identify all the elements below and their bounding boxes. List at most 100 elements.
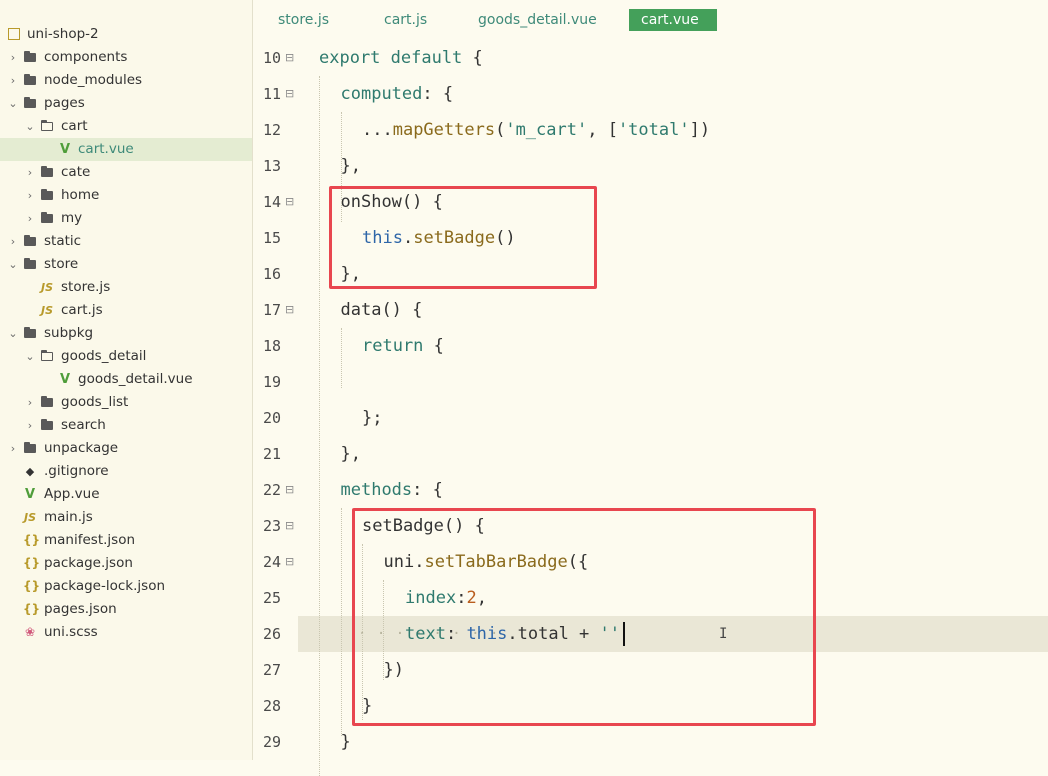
tree-item-label: goods_list <box>61 394 129 410</box>
chevron-down-icon[interactable]: ⌄ <box>8 92 18 115</box>
js-file-icon: JS <box>23 511 36 524</box>
tree-item-cart-js[interactable]: JS cart.js <box>0 299 252 322</box>
tree-item-label: node_modules <box>44 72 143 88</box>
chevron-right-icon[interactable]: › <box>25 184 35 207</box>
chevron-down-icon[interactable]: ⌄ <box>8 322 18 345</box>
tree-item-manifest-json[interactable]: {} manifest.json <box>0 529 252 552</box>
tree-item-project-root[interactable]: uni-shop-2 <box>0 23 252 46</box>
tree-item-cate[interactable]: › cate <box>0 161 252 184</box>
code-text: } <box>340 732 351 752</box>
chevron-down-icon[interactable]: ⌄ <box>25 345 35 368</box>
code-line[interactable]: 22 ⊟ methods: { <box>253 472 1048 508</box>
chevron-right-icon[interactable]: › <box>25 391 35 414</box>
tree-item-label: static <box>44 233 82 249</box>
tree-item-pages-json[interactable]: {} pages.json <box>0 598 252 621</box>
fold-toggle-icon[interactable]: ⊟ <box>285 508 294 544</box>
tree-item-search[interactable]: › search <box>0 414 252 437</box>
folder-icon <box>23 437 37 460</box>
tree-item-uni-scss[interactable]: ❀ uni.scss <box>0 621 252 644</box>
line-number: 16 <box>262 265 281 283</box>
tree-item-package-json[interactable]: {} package.json <box>0 552 252 575</box>
code-line[interactable]: 17 ⊟ data() { <box>253 292 1048 328</box>
tree-item-unpackage[interactable]: › unpackage <box>0 437 252 460</box>
scss-file-icon: ❀ <box>24 625 36 639</box>
code-line[interactable]: 20}; <box>253 400 1048 436</box>
folder-open-icon <box>40 345 54 368</box>
line-number: 22 <box>262 481 281 499</box>
chevron-right-icon[interactable]: › <box>8 46 18 69</box>
tab-store-js[interactable]: store.js <box>266 9 341 31</box>
tree-item-package-lock-json[interactable]: {} package-lock.json <box>0 575 252 598</box>
tree-item-gitignore[interactable]: ◆ .gitignore <box>0 460 252 483</box>
code-line[interactable]: 19 <box>253 364 1048 400</box>
code-line[interactable]: 13}, <box>253 148 1048 184</box>
chevron-right-icon[interactable]: › <box>25 207 35 230</box>
code-text: export default { <box>319 48 483 68</box>
code-text: computed: { <box>340 84 454 104</box>
tree-item-static[interactable]: › static <box>0 230 252 253</box>
folder-icon <box>23 46 37 69</box>
js-file-icon: JS <box>40 281 53 294</box>
tree-item-app-vue[interactable]: V App.vue <box>0 483 252 506</box>
chevron-right-icon[interactable]: › <box>25 414 35 437</box>
tree-item-label: cart.vue <box>78 141 134 157</box>
tree-item-goods-detail[interactable]: ⌄ goods_detail <box>0 345 252 368</box>
indent-guide <box>319 76 320 776</box>
chevron-right-icon[interactable]: › <box>8 230 18 253</box>
tab-goods-detail-vue[interactable]: goods_detail.vue <box>466 9 609 31</box>
code-editor[interactable]: 10 ⊟ export default {11 ⊟ computed: {12 ...ma… <box>253 36 1048 776</box>
folder-icon <box>23 322 37 345</box>
tree-item-goods-detail-vue[interactable]: V goods_detail.vue <box>0 368 252 391</box>
tree-item-main-js[interactable]: JS main.js <box>0 506 252 529</box>
code-line[interactable]: 21}, <box>253 436 1048 472</box>
tree-item-label: unpackage <box>44 440 119 456</box>
tab-cart-vue[interactable]: cart.vue <box>629 9 717 31</box>
editor-tab-bar: store.js cart.js goods_detail.vue cart.v… <box>253 0 1048 36</box>
fold-toggle-icon[interactable]: ⊟ <box>285 40 294 76</box>
tree-item-cart-vue[interactable]: V cart.vue <box>0 138 252 161</box>
tree-item-home[interactable]: › home <box>0 184 252 207</box>
tree-item-goods-list[interactable]: › goods_list <box>0 391 252 414</box>
project-explorer: uni-shop-2 › components › node_modules ⌄… <box>0 0 253 760</box>
code-line[interactable]: 29} <box>253 724 1048 760</box>
chevron-right-icon[interactable]: › <box>8 437 18 460</box>
tree-item-store-js[interactable]: JS store.js <box>0 276 252 299</box>
fold-toggle-icon[interactable]: ⊟ <box>285 184 294 220</box>
code-line[interactable]: 10 ⊟ export default { <box>253 40 1048 76</box>
line-number: 28 <box>262 697 281 715</box>
tree-item-label: cate <box>61 164 91 180</box>
code-line[interactable]: 18 return { <box>253 328 1048 364</box>
tree-item-components[interactable]: › components <box>0 46 252 69</box>
tree-item-node-modules[interactable]: › node_modules <box>0 69 252 92</box>
tree-item-my[interactable]: › my <box>0 207 252 230</box>
chevron-right-icon[interactable]: › <box>25 161 35 184</box>
tree-item-label: cart.js <box>61 302 103 318</box>
chevron-down-icon[interactable]: ⌄ <box>25 115 35 138</box>
tab-cart-js[interactable]: cart.js <box>372 9 439 31</box>
tree-item-cart-folder[interactable]: ⌄ cart <box>0 115 252 138</box>
fold-toggle-icon[interactable]: ⊟ <box>285 76 294 112</box>
code-line[interactable]: 12 ...mapGetters('m_cart', ['total']) <box>253 112 1048 148</box>
code-text: methods: { <box>340 480 443 500</box>
tree-item-pages[interactable]: ⌄ pages <box>0 92 252 115</box>
fold-toggle-icon[interactable]: ⊟ <box>285 292 294 328</box>
fold-toggle-icon[interactable]: ⊟ <box>285 544 294 580</box>
tree-item-label: package.json <box>44 555 133 571</box>
indent-guide <box>341 328 342 388</box>
git-file-icon: ◆ <box>25 465 35 478</box>
tree-item-label: pages.json <box>44 601 117 617</box>
tree-item-label: package-lock.json <box>44 578 166 594</box>
tree-item-subpkg[interactable]: ⌄ subpkg <box>0 322 252 345</box>
js-file-icon: JS <box>40 304 53 317</box>
chevron-down-icon[interactable]: ⌄ <box>8 253 18 276</box>
tree-item-label: goods_detail.vue <box>78 371 193 387</box>
indent-guide <box>341 508 342 736</box>
annotation-highlight-box <box>329 186 597 289</box>
tree-item-label: subpkg <box>44 325 94 341</box>
tree-item-label: search <box>61 417 106 433</box>
fold-toggle-icon[interactable]: ⊟ <box>285 472 294 508</box>
tree-item-store[interactable]: ⌄ store <box>0 253 252 276</box>
chevron-right-icon[interactable]: › <box>8 69 18 92</box>
code-line[interactable]: 11 ⊟ computed: { <box>253 76 1048 112</box>
tree-item-label: pages <box>44 95 85 111</box>
